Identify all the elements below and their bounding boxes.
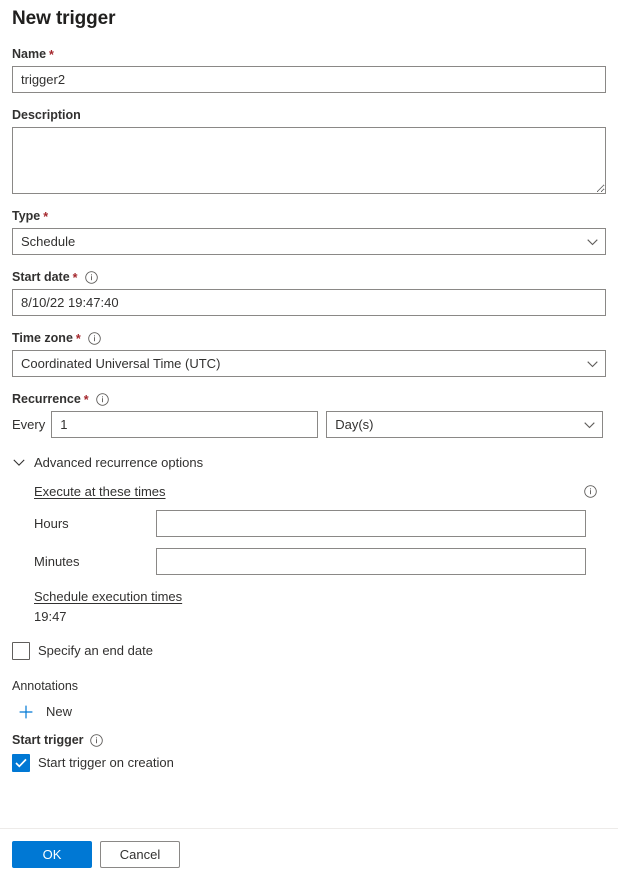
time-zone-label: Time zone * [12,330,606,346]
field-time-zone: Time zone * Coordinated Universal Time (… [12,330,606,377]
info-icon[interactable] [85,270,99,284]
schedule-execution-times-value: 19:47 [34,609,67,624]
start-trigger-label: Start trigger [12,732,606,748]
name-label: Name * [12,46,606,62]
start-trigger-checkbox-label: Start trigger on creation [38,755,174,770]
type-select-value: Schedule [12,228,606,255]
type-select[interactable]: Schedule [12,228,606,255]
type-required-asterisk: * [43,210,49,224]
start-date-input[interactable] [12,289,606,316]
name-required-asterisk: * [49,48,54,62]
field-description: Description [12,107,606,194]
advanced-recurrence-toggle-label: Advanced recurrence options [34,455,204,470]
ok-button[interactable]: OK [12,841,92,868]
type-label: Type * [12,208,606,224]
page-title: New trigger [12,8,116,29]
start-date-label: Start date * [12,269,606,285]
schedule-execution-times-block: Schedule execution times 19:47 [34,575,606,626]
recurrence-unit-select[interactable]: Day(s) [326,411,604,438]
time-zone-select-value: Coordinated Universal Time (UTC) [12,350,606,377]
recurrence-unit-value: Day(s) [326,411,604,438]
chevron-down-icon [12,456,26,470]
time-zone-label-text: Time zone [12,331,73,345]
footer-actions: OK Cancel [0,828,618,880]
description-textarea[interactable] [12,127,606,194]
time-zone-select[interactable]: Coordinated Universal Time (UTC) [12,350,606,377]
name-label-text: Name [12,47,47,61]
advanced-recurrence-toggle[interactable]: Advanced recurrence options [12,454,203,472]
minutes-label: Minutes [34,554,80,569]
add-annotation-button[interactable]: New [12,704,72,720]
new-trigger-panel: New trigger Name * Description Type * Sc… [0,0,618,880]
start-trigger-row[interactable]: Start trigger on creation [12,754,606,772]
field-start-date: Start date * [12,269,606,316]
execute-times-title[interactable]: Execute at these times [34,484,166,499]
minutes-row: Minutes [34,548,606,575]
form-content: New trigger Name * Description Type * Sc… [0,0,618,828]
plus-icon [18,704,34,720]
cancel-button[interactable]: Cancel [100,841,180,868]
info-icon[interactable] [96,392,110,406]
advanced-recurrence-section: Execute at these times Hours Minutes Sch… [12,484,606,626]
specify-end-date-row[interactable]: Specify an end date [12,642,606,660]
recurrence-interval-input[interactable] [51,411,319,438]
type-label-text: Type [12,209,41,223]
info-icon[interactable] [583,485,597,499]
info-icon[interactable] [90,733,104,747]
specify-end-date-checkbox[interactable] [12,642,30,660]
start-date-required-asterisk: * [72,271,78,285]
description-label: Description [12,107,606,123]
schedule-execution-times-link[interactable]: Schedule execution times [34,589,182,604]
recurrence-every-label: Every [12,417,46,432]
recurrence-label-text: Recurrence [12,392,81,406]
field-recurrence: Recurrence * Every Day(s) [12,391,606,438]
field-type: Type * Schedule [12,208,606,255]
start-trigger-checkbox[interactable] [12,754,30,772]
description-label-text: Description [12,108,81,122]
field-name: Name * [12,46,606,93]
add-annotation-label: New [46,704,73,719]
hours-input[interactable] [156,510,586,537]
name-input[interactable] [12,66,606,93]
recurrence-row: Every Day(s) [12,411,606,438]
start-trigger-label-text: Start trigger [12,733,84,747]
hours-row: Hours [34,510,606,537]
annotations-label: Annotations [12,679,79,693]
hours-label: Hours [34,516,69,531]
info-icon[interactable] [88,331,102,345]
time-zone-required-asterisk: * [75,332,81,346]
recurrence-required-asterisk: * [83,393,89,407]
recurrence-label: Recurrence * [12,391,606,407]
execute-times-header: Execute at these times [34,484,606,499]
field-start-trigger: Start trigger Start trigger on creation [12,732,606,772]
start-date-label-text: Start date [12,270,70,284]
specify-end-date-label: Specify an end date [38,643,153,658]
minutes-input[interactable] [156,548,586,575]
